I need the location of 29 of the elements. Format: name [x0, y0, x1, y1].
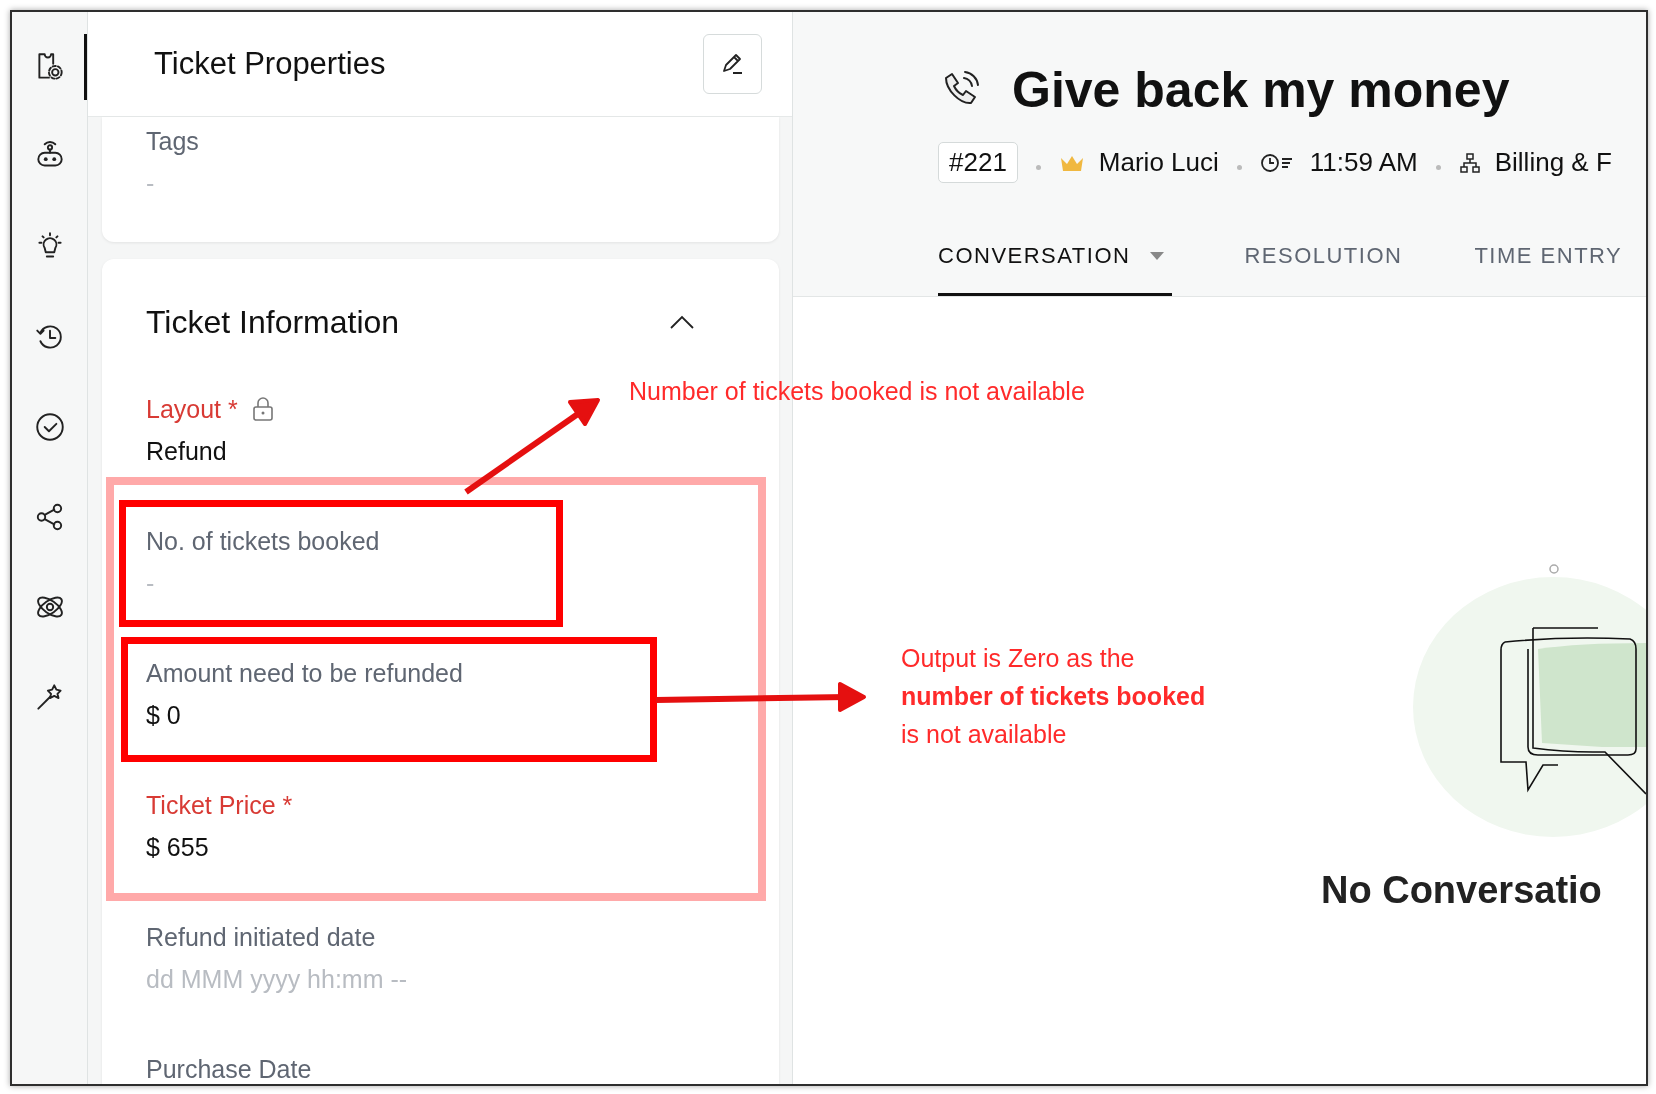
edit-button[interactable] [703, 34, 762, 94]
department-name[interactable]: Billing & F [1494, 147, 1612, 178]
annotation-note: Number of tickets booked is not available [629, 376, 1085, 407]
field-label: Purchase Date [146, 1054, 312, 1084]
empty-value: - [146, 568, 156, 599]
field-label: Amount need to be refunded [146, 658, 463, 688]
contact-name[interactable]: Mario Luci [1098, 147, 1219, 178]
chevron-up-icon[interactable] [669, 314, 695, 330]
field-label: No. of tickets booked [146, 526, 380, 556]
ticket-time: 11:59 AM [1309, 147, 1418, 178]
field-label: Ticket Price * [146, 790, 293, 820]
ticket-title: Give back my money [1012, 61, 1510, 119]
field-label: Layout * [146, 394, 238, 424]
field-value: $ 0 [146, 700, 182, 731]
field-value: $ 655 [146, 832, 210, 863]
section-title: Ticket Information [146, 303, 400, 341]
field-label: Refund initiated date [146, 922, 376, 952]
empty-value: - [146, 168, 156, 199]
tab[interactable]: CONVERSATION [938, 237, 1173, 296]
annotation-note: Output is Zero as the number of tickets booked is not available [901, 643, 1206, 750]
field-value: Refund [146, 436, 228, 467]
field-label: Tags [146, 126, 199, 156]
hierarchy-icon [1458, 151, 1481, 174]
tab[interactable]: RESOLUTION [1244, 237, 1403, 296]
empty-state-title: No Conversatio [1320, 869, 1603, 912]
empty-value: dd MMM yyyy hh:mm -- [146, 964, 409, 995]
ticket-number: #221 [938, 142, 1018, 183]
tab[interactable]: TIME ENTRY [1474, 237, 1623, 296]
panel-title: Ticket Properties [154, 46, 386, 82]
